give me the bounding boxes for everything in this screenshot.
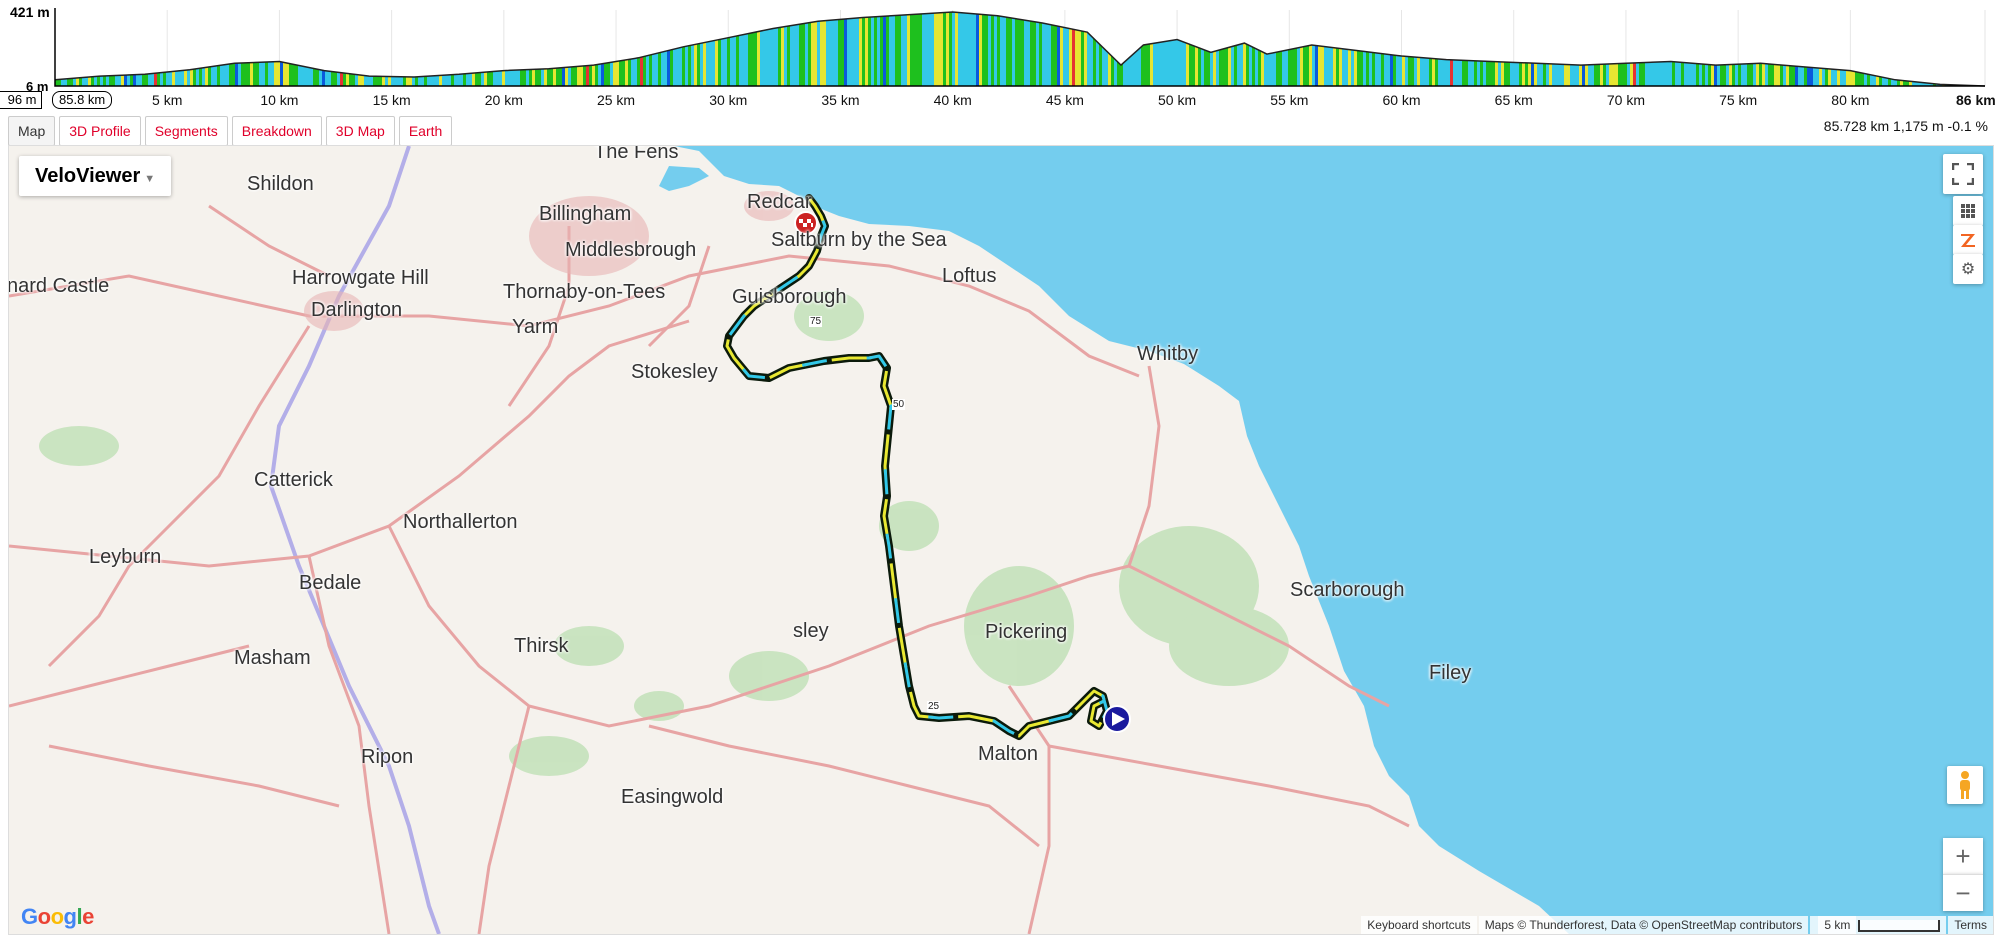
street-view-pegman[interactable]: [1947, 766, 1983, 804]
x-tick-label: 80 km: [1831, 92, 1869, 108]
km-marker-25: 25: [927, 701, 941, 712]
zwift-icon: [1961, 234, 1975, 247]
tab-3d-profile[interactable]: 3D Profile: [59, 116, 141, 146]
terms-link[interactable]: Terms: [1948, 916, 1993, 934]
x-tick-label: 65 km: [1495, 92, 1533, 108]
place-label: Filey: [1429, 662, 1472, 684]
x-tick-label: 30 km: [709, 92, 747, 108]
place-label: Catterick: [254, 469, 333, 491]
elevation-chart[interactable]: 5 km 10 km 15 km 20 km 25 km 30 km 35 km 40 km 4…: [0, 0, 2000, 112]
x-tick-label: 60 km: [1382, 92, 1420, 108]
place-label: Pickering: [985, 621, 1068, 643]
gear-icon: ⚙: [1960, 261, 1976, 278]
tab-3d-map[interactable]: 3D Map: [325, 116, 395, 146]
place-label: nard Castle: [8, 275, 110, 297]
tab-earth[interactable]: Earth: [398, 116, 453, 146]
x-tick-label: 70 km: [1607, 92, 1645, 108]
plus-icon: +: [1955, 840, 1971, 871]
y-max-label: 421 m: [10, 4, 50, 20]
place-label: Thirsk: [514, 635, 569, 657]
x-tick-label: 75 km: [1719, 92, 1757, 108]
zoom-in-button[interactable]: +: [1943, 838, 1983, 874]
map-footer: Keyboard shortcuts Maps © Thunderforest,…: [1359, 916, 1993, 934]
tab-segments[interactable]: Segments: [144, 116, 228, 146]
x-tick-label: 86 km: [1956, 92, 1996, 108]
view-tabs: Map 3D Profile Segments Breakdown 3D Map…: [8, 116, 453, 146]
tab-map[interactable]: Map: [8, 116, 56, 146]
route-map[interactable]: The Fens Shildon Redcar Billingham Saltburn …: [8, 145, 1994, 935]
veloviewer-menu[interactable]: VeloViewer ▼: [19, 156, 172, 196]
x-tick-label: 15 km: [373, 92, 411, 108]
place-label: Guisborough: [732, 286, 847, 308]
x-tick-label: 10 km: [260, 92, 298, 108]
veloviewer-label: VeloViewer: [35, 165, 141, 187]
map-attribution: Maps © Thunderforest, Data © OpenStreetM…: [1478, 916, 1809, 934]
place-label: Bedale: [299, 572, 362, 594]
scale-indicator[interactable]: 5 km: [1810, 916, 1947, 934]
place-label: Harrowgate Hill: [292, 267, 429, 289]
place-label: Easingwold: [621, 786, 724, 808]
route-stats: 85.728 km 1,175 m -0.1 %: [1823, 118, 1988, 134]
place-label: Whitby: [1137, 343, 1199, 365]
scale-bar: [1858, 919, 1941, 932]
x-tick-label: 25 km: [597, 92, 635, 108]
x-tick-label: 5 km: [152, 92, 182, 108]
fullscreen-icon: [1952, 163, 1974, 185]
fullscreen-button[interactable]: [1943, 154, 1983, 194]
zwift-button[interactable]: [1953, 225, 1983, 255]
place-label: Masham: [234, 647, 311, 669]
place-label: Loftus: [942, 265, 997, 287]
place-label: Ripon: [361, 746, 414, 768]
km-marker-75: 75: [809, 316, 823, 327]
x-cut-label: 96 m: [0, 91, 42, 109]
settings-button[interactable]: ⚙: [1953, 254, 1983, 284]
keyboard-shortcuts-link[interactable]: Keyboard shortcuts: [1361, 916, 1477, 934]
grid-icon: [1961, 204, 1975, 218]
zoom-out-button[interactable]: −: [1943, 874, 1983, 911]
place-label: Stokesley: [631, 361, 718, 383]
place-label: Thornaby-on-Tees: [503, 281, 666, 303]
place-label: Leyburn: [89, 546, 162, 568]
place-label: Shildon: [247, 173, 314, 195]
place-label: Darlington: [311, 299, 403, 321]
place-label: Malton: [978, 743, 1039, 765]
x-tick-label: 40 km: [934, 92, 972, 108]
google-logo: Google: [21, 904, 94, 929]
layers-button[interactable]: [1953, 196, 1983, 226]
chevron-down-icon: ▼: [144, 173, 156, 185]
place-label: Northallerton: [403, 511, 518, 533]
place-label: Scarborough: [1290, 579, 1405, 601]
start-marker-icon: [1103, 705, 1131, 733]
x-tick-label: 45 km: [1046, 92, 1084, 108]
scale-label: 5 km: [1818, 916, 1857, 934]
tab-breakdown[interactable]: Breakdown: [231, 116, 322, 146]
x-tick-label: 20 km: [485, 92, 523, 108]
place-label: Saltburn by the Sea: [771, 229, 947, 251]
x-tick-label: 50 km: [1158, 92, 1196, 108]
x-tick-label: 35 km: [821, 92, 859, 108]
place-label: Redcar: [747, 191, 812, 213]
place-label: sley: [793, 620, 829, 642]
x-cursor-box: 85.8 km: [52, 91, 113, 109]
place-label: Middlesbrough: [565, 239, 697, 261]
pegman-icon: [1960, 771, 1970, 799]
place-label: Yarm: [512, 316, 559, 338]
place-label: Billingham: [539, 203, 632, 225]
km-marker-50: 50: [892, 399, 906, 410]
x-tick-label: 55 km: [1270, 92, 1308, 108]
map-canvas[interactable]: [9, 146, 1993, 934]
minus-icon: −: [1955, 877, 1971, 908]
gradient-fill: [55, 12, 1985, 86]
place-label: The Fens: [594, 145, 679, 163]
